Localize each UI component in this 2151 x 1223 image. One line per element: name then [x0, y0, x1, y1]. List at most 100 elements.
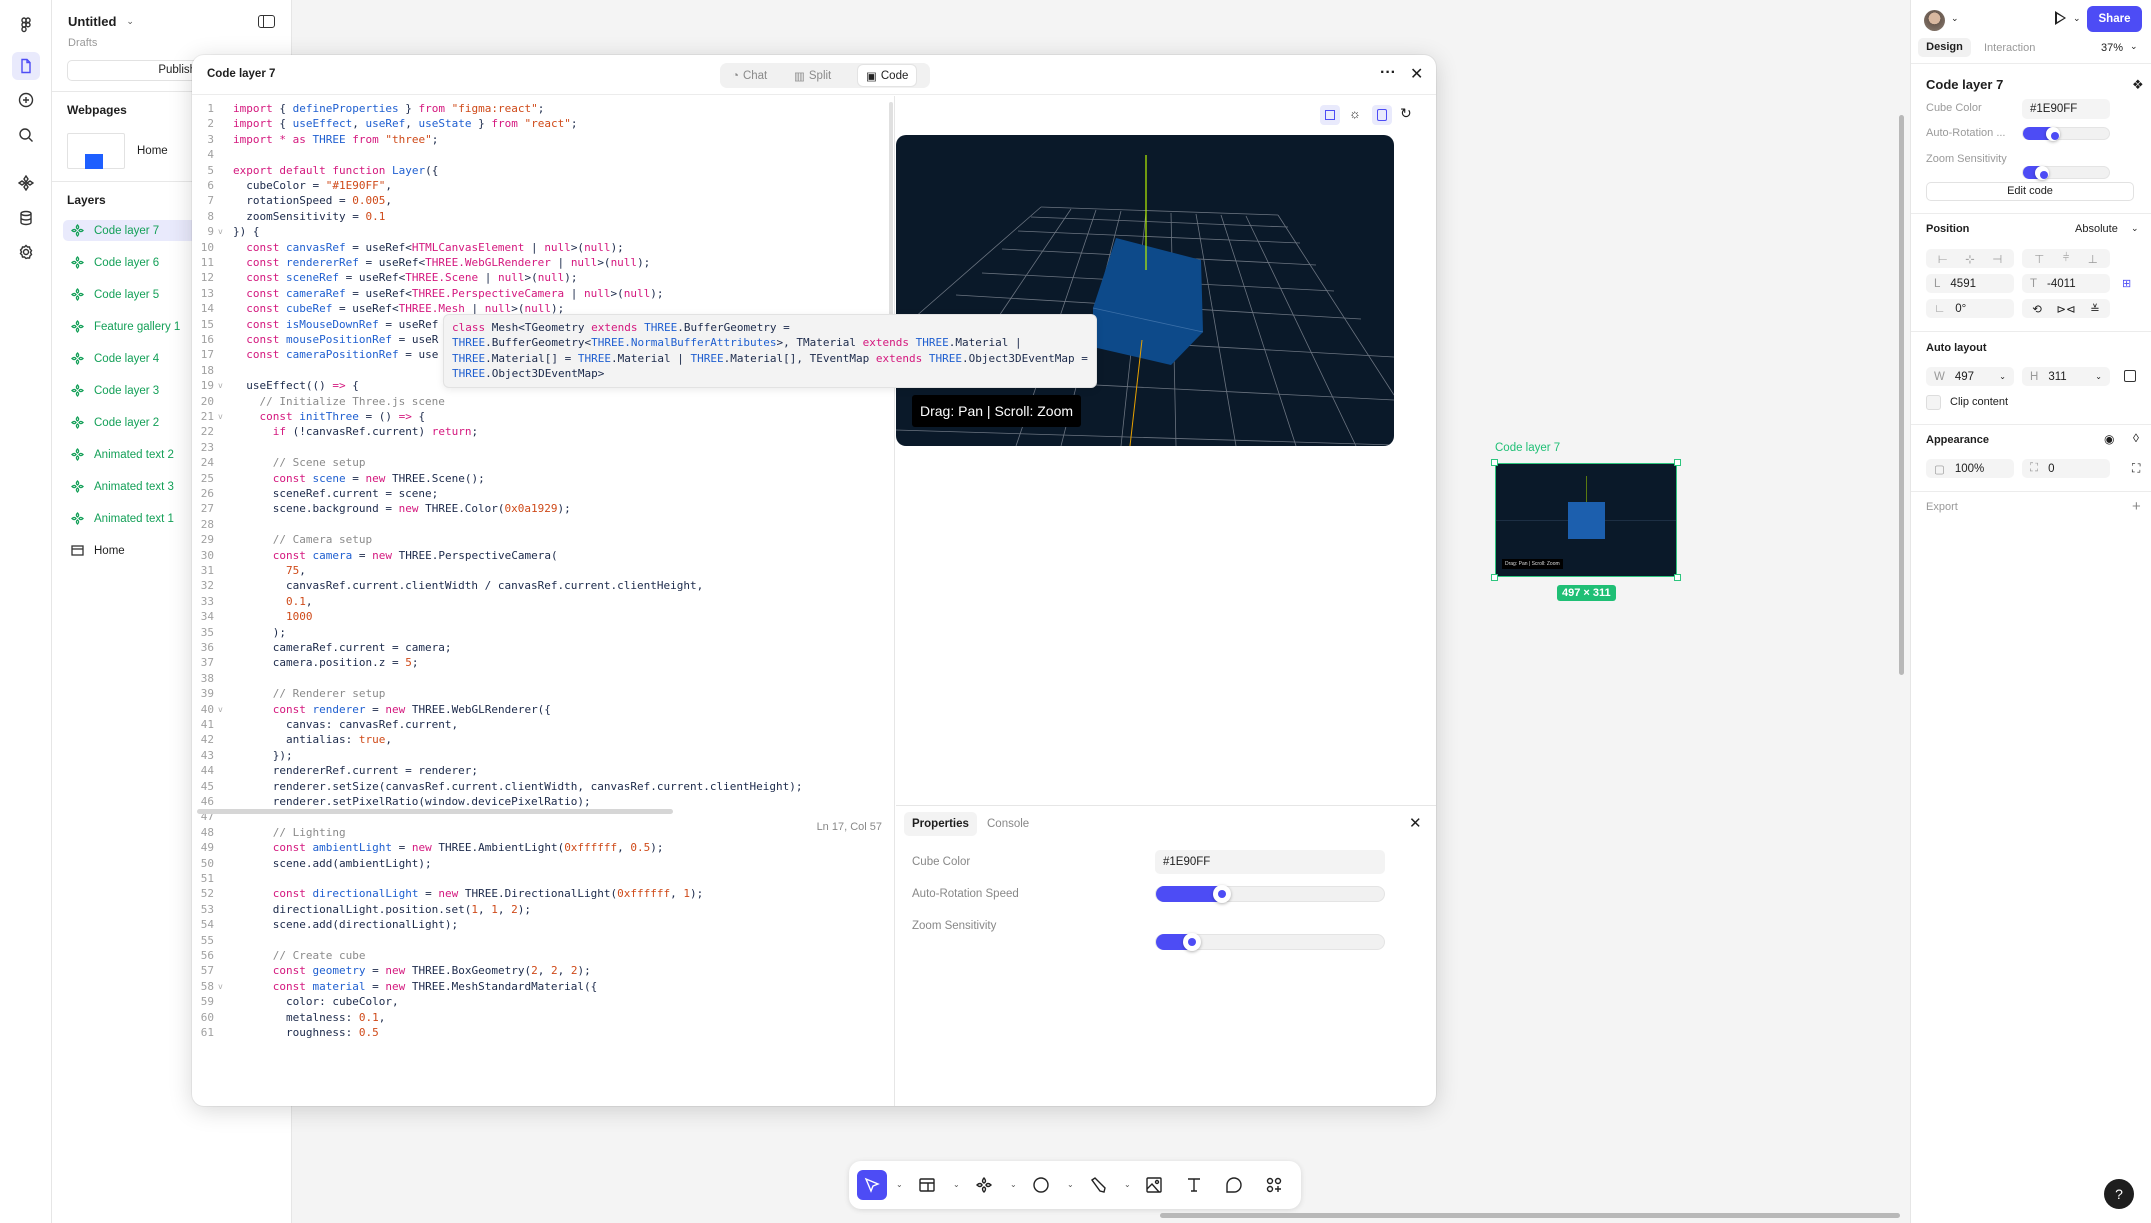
chevron-down-icon[interactable]: ⌄: [1951, 13, 1959, 24]
code-line[interactable]: 41 canvas: canvasRef.current,: [192, 717, 894, 732]
chevron-down-icon[interactable]: ⌄: [896, 1180, 903, 1189]
code-line[interactable]: 7 rotationSpeed = 0.005,: [192, 193, 894, 208]
code-line[interactable]: 30 const camera = new THREE.PerspectiveC…: [192, 548, 894, 563]
code-line[interactable]: 60 metalness: 0.1,: [192, 1010, 894, 1025]
code-line[interactable]: 12 const sceneRef = useRef<THREE.Scene |…: [192, 270, 894, 285]
chevron-down-icon[interactable]: ⌄: [1124, 1180, 1131, 1189]
file-icon[interactable]: [12, 52, 40, 80]
comment-tool-icon[interactable]: [1219, 1170, 1249, 1200]
drop-icon[interactable]: ◊: [2133, 431, 2139, 445]
code-line[interactable]: 35 );: [192, 625, 894, 640]
close-properties-icon[interactable]: ✕: [1409, 814, 1422, 832]
code-line[interactable]: 54 scene.add(directionalLight);: [192, 917, 894, 932]
code-line[interactable]: 27 scene.background = new THREE.Color(0x…: [192, 501, 894, 516]
code-line[interactable]: 28: [192, 517, 894, 532]
move-tool-icon[interactable]: [857, 1170, 887, 1200]
database-icon[interactable]: [12, 204, 40, 232]
fold-chevron-icon[interactable]: v: [218, 409, 223, 424]
canvas-horizontal-scrollbar[interactable]: [1160, 1213, 1900, 1218]
tab-code[interactable]: ▣ Code: [858, 65, 917, 86]
code-line[interactable]: 49 const ambientLight = new THREE.Ambien…: [192, 840, 894, 855]
code-line[interactable]: 2 import { useEffect, useRef, useState } …: [192, 116, 894, 131]
code-line[interactable]: 6 cubeColor = "#1E90FF",: [192, 178, 894, 193]
code-line[interactable]: 13 const cameraRef = useRef<THREE.Perspe…: [192, 286, 894, 301]
code-line[interactable]: 48 // Lighting: [192, 825, 894, 840]
align-right-icon[interactable]: ⊣: [1992, 252, 2002, 266]
code-line[interactable]: 42 antialias: true,: [192, 732, 894, 747]
add-export-icon[interactable]: +: [2132, 498, 2141, 515]
share-button[interactable]: Share: [2087, 6, 2142, 32]
align-bottom-icon[interactable]: ⊥: [2088, 252, 2098, 266]
code-line[interactable]: 22 if (!canvasRef.current) return;: [192, 424, 894, 439]
code-line[interactable]: 55: [192, 933, 894, 948]
fold-chevron-icon[interactable]: v: [218, 702, 223, 717]
tab-chat[interactable]: ◔ Chat: [724, 65, 775, 86]
eye-icon[interactable]: ◉: [2104, 432, 2114, 446]
align-center-icon[interactable]: ⊹: [1965, 252, 1975, 266]
close-icon[interactable]: ✕: [1410, 64, 1423, 84]
webpage-home[interactable]: Home: [137, 145, 168, 157]
component-icon[interactable]: [12, 169, 40, 197]
code-line[interactable]: 53 directionalLight.position.set(1, 1, 2…: [192, 902, 894, 917]
flip-vertical-icon[interactable]: ≚: [2090, 302, 2100, 316]
chevron-down-icon[interactable]: ⌄: [2073, 13, 2081, 24]
code-line[interactable]: 33 0.1,: [192, 594, 894, 609]
code-line[interactable]: 36 cameraRef.current = camera;: [192, 640, 894, 655]
code-line[interactable]: 3 import * as THREE from "three";: [192, 132, 894, 147]
code-layer-frame[interactable]: Drag: Pan | Scroll: Zoom: [1491, 459, 1681, 581]
code-line[interactable]: 37 camera.position.z = 5;: [192, 655, 894, 670]
cube-color-input[interactable]: #1E90FF: [1155, 850, 1385, 874]
settings-icon[interactable]: [12, 238, 40, 266]
image-tool-icon[interactable]: [1139, 1170, 1169, 1200]
tab-console[interactable]: Console: [987, 818, 1029, 830]
code-line[interactable]: 56 // Create cube: [192, 948, 894, 963]
component-icon[interactable]: ❖: [2132, 77, 2144, 93]
component-tool-icon[interactable]: [969, 1170, 999, 1200]
code-line[interactable]: 23: [192, 440, 894, 455]
fold-chevron-icon[interactable]: v: [218, 378, 223, 393]
zoom-sensitivity-slider[interactable]: [2022, 166, 2110, 180]
height-input[interactable]: H 311 ⌄: [2022, 367, 2110, 386]
fold-chevron-icon[interactable]: v: [218, 224, 223, 239]
pencil-tool-icon[interactable]: [1083, 1170, 1113, 1200]
code-line[interactable]: 9 v}) {: [192, 224, 894, 239]
frame-tool-icon[interactable]: [912, 1170, 942, 1200]
horizontal-align-group[interactable]: ⊢ ⊹ ⊣: [1926, 249, 2014, 268]
more-options-icon[interactable]: ···: [1380, 64, 1396, 82]
code-line[interactable]: 20 // Initialize Three.js scene: [192, 394, 894, 409]
code-line[interactable]: 32 canvasRef.current.clientWidth / canva…: [192, 578, 894, 593]
code-line[interactable]: 57 const geometry = new THREE.BoxGeometr…: [192, 963, 894, 978]
flip-horizontal-icon[interactable]: ⊳⊲: [2056, 302, 2075, 316]
code-line[interactable]: 11 const rendererRef = useRef<THREE.WebG…: [192, 255, 894, 270]
rotation-speed-slider[interactable]: [1155, 885, 1385, 903]
ellipse-tool-icon[interactable]: [1026, 1170, 1056, 1200]
code-line[interactable]: 61 roughness: 0.5: [192, 1025, 894, 1040]
code-line[interactable]: 58 v const material = new THREE.MeshStand…: [192, 979, 894, 994]
avatar[interactable]: [1924, 10, 1945, 31]
code-line[interactable]: 24 // Scene setup: [192, 455, 894, 470]
x-position-input[interactable]: L 4591: [1926, 274, 2014, 293]
rotation-input[interactable]: ∟ 0°: [1926, 299, 2014, 318]
radius-input[interactable]: ⛶ 0: [2022, 459, 2110, 478]
code-line[interactable]: 51: [192, 871, 894, 886]
figma-logo-icon[interactable]: [12, 11, 40, 39]
layout-icon[interactable]: [1320, 105, 1340, 125]
code-line[interactable]: 26 sceneRef.current = scene;: [192, 486, 894, 501]
rotate-icon[interactable]: ⟲: [2032, 302, 2042, 316]
code-line[interactable]: 34 1000: [192, 609, 894, 624]
search-icon[interactable]: [12, 121, 40, 149]
position-mode-select[interactable]: Absolute: [2075, 223, 2118, 235]
play-icon[interactable]: [2055, 11, 2066, 25]
align-top-icon[interactable]: ⊤: [2034, 252, 2044, 266]
tab-interaction[interactable]: Interaction: [1984, 42, 2035, 54]
plugins-tool-icon[interactable]: [1259, 1170, 1289, 1200]
code-line[interactable]: 43 });: [192, 748, 894, 763]
file-title-menu[interactable]: Untitled ⌄: [68, 14, 134, 29]
chevron-down-icon[interactable]: ⌄: [2130, 41, 2138, 52]
code-line[interactable]: 8 zoomSensitivity = 0.1: [192, 209, 894, 224]
code-line[interactable]: 4: [192, 147, 894, 162]
constraints-icon[interactable]: ⊞: [2122, 277, 2131, 290]
code-line[interactable]: 25 const scene = new THREE.Scene();: [192, 471, 894, 486]
zoom-sensitivity-slider[interactable]: [1155, 933, 1385, 951]
webpage-thumbnail[interactable]: [67, 133, 125, 169]
